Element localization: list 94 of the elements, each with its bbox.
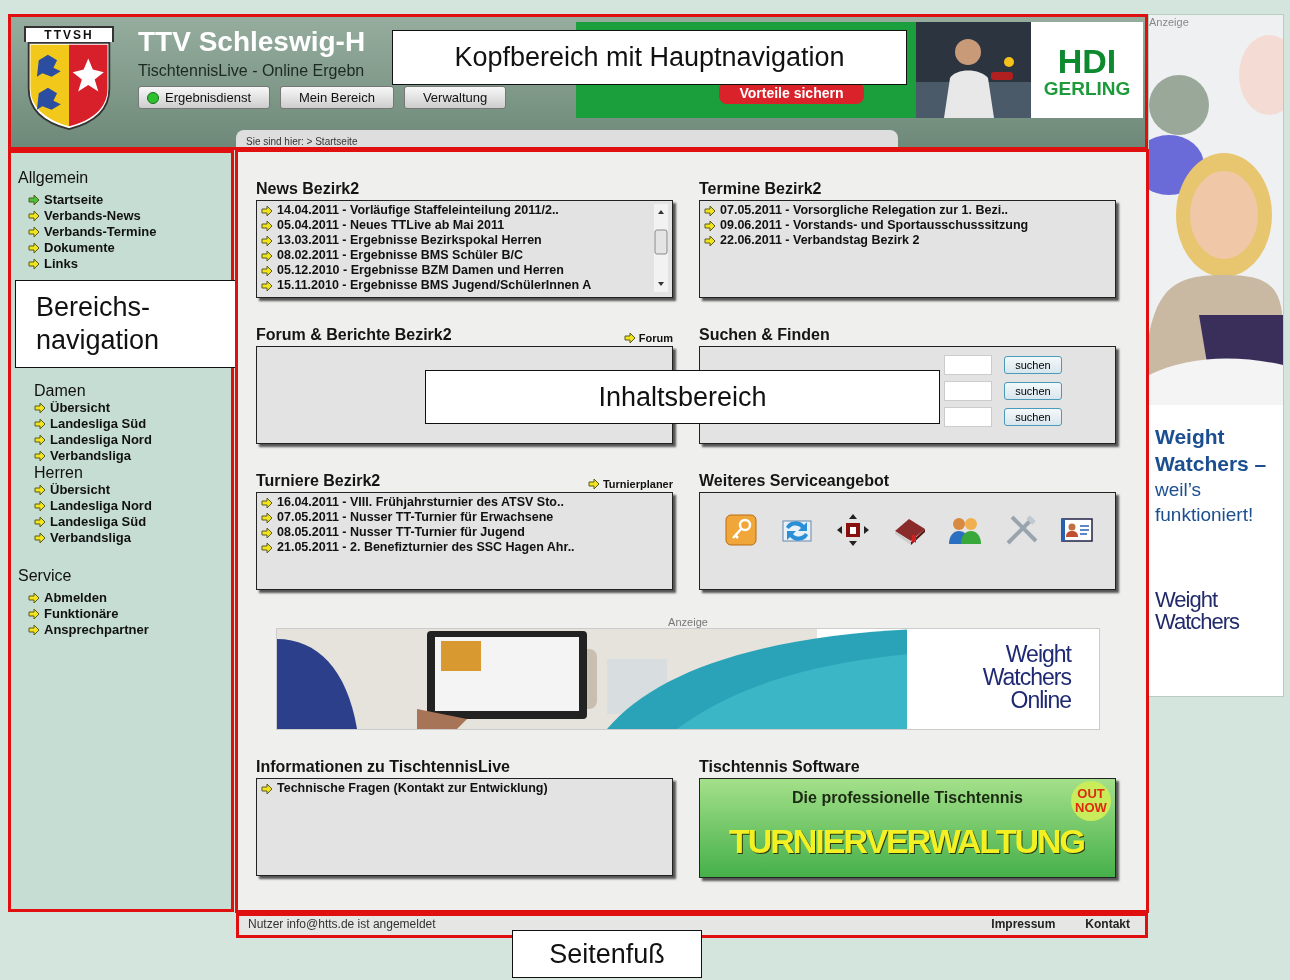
arrow-icon xyxy=(261,541,273,554)
arrow-icon xyxy=(261,249,273,262)
list-link[interactable]: Technische Fragen (Kontakt zur Entwicklung) xyxy=(261,781,548,796)
tools-icon[interactable] xyxy=(1004,513,1038,547)
nav-tab[interactable]: Mein Bereich xyxy=(280,86,394,109)
arrow-icon xyxy=(261,279,273,292)
login-status: Nutzer info@htts.de ist angemeldet xyxy=(248,917,436,931)
callout-label: Bereichs- navigation xyxy=(15,280,237,368)
list-link[interactable]: 16.04.2011 - VIII. Frühjahrsturnier des ATSV Sto.. xyxy=(261,495,564,510)
arrow-icon xyxy=(704,219,716,232)
arrow-icon xyxy=(261,782,273,795)
logo-text: TTVSH xyxy=(24,26,114,42)
sidebar-link[interactable]: Startseite xyxy=(18,192,224,208)
arrow-icon xyxy=(261,526,273,539)
sidebar-link[interactable]: Abmelden xyxy=(18,590,224,606)
list-link[interactable]: 09.06.2011 - Vorstands- und Sportausschusssitzung xyxy=(704,218,1029,233)
logo-text: Weight Watchers Online xyxy=(982,643,1071,712)
sidebar-link[interactable]: Links xyxy=(18,256,224,272)
sidebar-link[interactable]: Funktionäre xyxy=(18,606,224,622)
sidebar-link[interactable]: Übersicht xyxy=(18,400,224,416)
list-link[interactable]: 07.05.2011 - Vorsorgliche Relegation zur 1. Bezi.. xyxy=(704,203,1009,218)
list-link[interactable]: 07.05.2011 - Nusser TT-Turnier für Erwachsene xyxy=(261,510,554,525)
sidebar-link[interactable]: Dokumente xyxy=(18,240,224,256)
search-field[interactable] xyxy=(944,355,992,375)
section-heading: Service xyxy=(18,566,73,586)
list-link[interactable]: 15.11.2010 - Ergebnisse BMS Jugend/SchülerInnen A xyxy=(261,278,592,293)
list-link[interactable]: 08.02.2011 - Ergebnisse BMS Schüler B/C xyxy=(261,248,523,263)
footer-link[interactable]: Impressum xyxy=(991,917,1056,931)
sidebar-link[interactable]: Landesliga Süd xyxy=(18,416,224,432)
panel-link[interactable]: Turnierplaner xyxy=(602,478,673,490)
promo-headline: TURNIERVERWALTUNG xyxy=(728,821,1086,861)
panel-title: Forum & Berichte Bezirk2 xyxy=(256,326,452,344)
ad-label: Anzeige xyxy=(667,616,709,628)
sidebar-link[interactable]: Verbandsliga xyxy=(18,530,224,546)
group-heading: Damen xyxy=(33,382,87,400)
list-link[interactable]: 13.03.2011 - Ergebnisse Bezirkspokal Herren xyxy=(261,233,542,248)
footer-link[interactable]: Kontakt xyxy=(1085,917,1130,931)
promo-text: Die professionelle Tischtennis xyxy=(792,789,1023,807)
arrow-icon xyxy=(587,478,600,490)
sidebar-link[interactable]: Übersicht xyxy=(18,482,224,498)
nav-tab[interactable]: Ergebnisdienst xyxy=(138,86,270,109)
list-link[interactable]: 22.06.2011 - Verbandstag Bezirk 2 xyxy=(704,233,920,248)
group-heading: Herren xyxy=(33,464,84,482)
panel-title: Suchen & Finden xyxy=(699,326,830,344)
callout-label: Seitenfuß xyxy=(512,930,702,978)
breadcrumb: Sie sind hier: > Startseite xyxy=(236,130,898,150)
arrow-icon xyxy=(261,234,273,247)
sidebar-link[interactable]: Landesliga Nord xyxy=(18,432,224,448)
search-button[interactable]: suchen xyxy=(1004,356,1062,374)
panel-title: News Bezirk2 xyxy=(256,180,360,198)
list-link[interactable]: 08.05.2011 - Nusser TT-Turnier für Jugend xyxy=(261,525,525,540)
section-heading: Allgemein xyxy=(18,168,90,188)
search-field[interactable] xyxy=(944,407,992,427)
list-link[interactable]: 14.04.2011 - Vorläufige Staffeleinteilung 2011/2.. xyxy=(261,203,559,218)
ad-headline: Weight Watchers – xyxy=(1154,424,1268,477)
status-dot xyxy=(147,91,159,104)
panel-title: Termine Bezirk2 xyxy=(699,180,822,198)
promo-badge: OUT NOW xyxy=(1071,781,1111,821)
search-field[interactable] xyxy=(944,381,992,401)
brand-logo: HDI GERLING xyxy=(1042,44,1132,100)
scrollbar[interactable] xyxy=(654,204,668,292)
list-link[interactable]: 21.05.2011 - 2. Benefizturnier des SSC Hagen Ahr.. xyxy=(261,540,575,555)
panel-title: Tischtennis Software xyxy=(699,758,860,776)
ad-label: Anzeige xyxy=(1149,16,1189,28)
ad-tagline: weil’s funktioniert! xyxy=(1154,478,1255,527)
site-subtitle: TischtennisLive - Online Ergebn xyxy=(138,62,366,80)
arrow-icon xyxy=(623,332,636,344)
arrow-icon xyxy=(704,204,716,217)
callout-label: Kopfbereich mit Hauptnavigation xyxy=(392,30,907,85)
panel-title: Turniere Bezirk2 xyxy=(256,472,381,490)
callout-label: Inhaltsbereich xyxy=(425,370,940,424)
sidebar-link[interactable]: Verbands-Termine xyxy=(18,224,224,240)
sidebar-link[interactable]: Verbandsliga xyxy=(18,448,224,464)
nav-tab[interactable]: Verwaltung xyxy=(403,86,507,109)
logo-text: Weight Watchers xyxy=(1155,589,1240,633)
arrow-icon xyxy=(261,496,273,509)
search-button[interactable]: suchen xyxy=(1004,408,1062,426)
key-icon[interactable] xyxy=(724,513,758,547)
panel-title: Weiteres Serviceangebot xyxy=(699,472,889,490)
sidebar-link[interactable]: Landesliga Süd xyxy=(18,514,224,530)
panel-title: Informationen zu TischtennisLive xyxy=(256,758,510,776)
search-button[interactable]: suchen xyxy=(1004,382,1062,400)
site-title: TTV Schleswig-H xyxy=(138,26,367,58)
list-link[interactable]: 05.12.2010 - Ergebnisse BZM Damen und Herren xyxy=(261,263,564,278)
sidebar-link[interactable]: Verbands-News xyxy=(18,208,224,224)
panel-link[interactable]: Forum xyxy=(638,332,673,344)
arrow-icon xyxy=(261,204,273,217)
arrow-icon xyxy=(261,219,273,232)
sidebar-link[interactable]: Landesliga Nord xyxy=(18,498,224,514)
arrow-icon xyxy=(261,264,273,277)
sidebar-link[interactable]: Ansprechpartner xyxy=(18,622,224,638)
list-link[interactable]: 05.04.2011 - Neues TTLive ab Mai 2011 xyxy=(261,218,505,233)
arrow-icon xyxy=(261,511,273,524)
arrow-icon xyxy=(704,234,716,247)
